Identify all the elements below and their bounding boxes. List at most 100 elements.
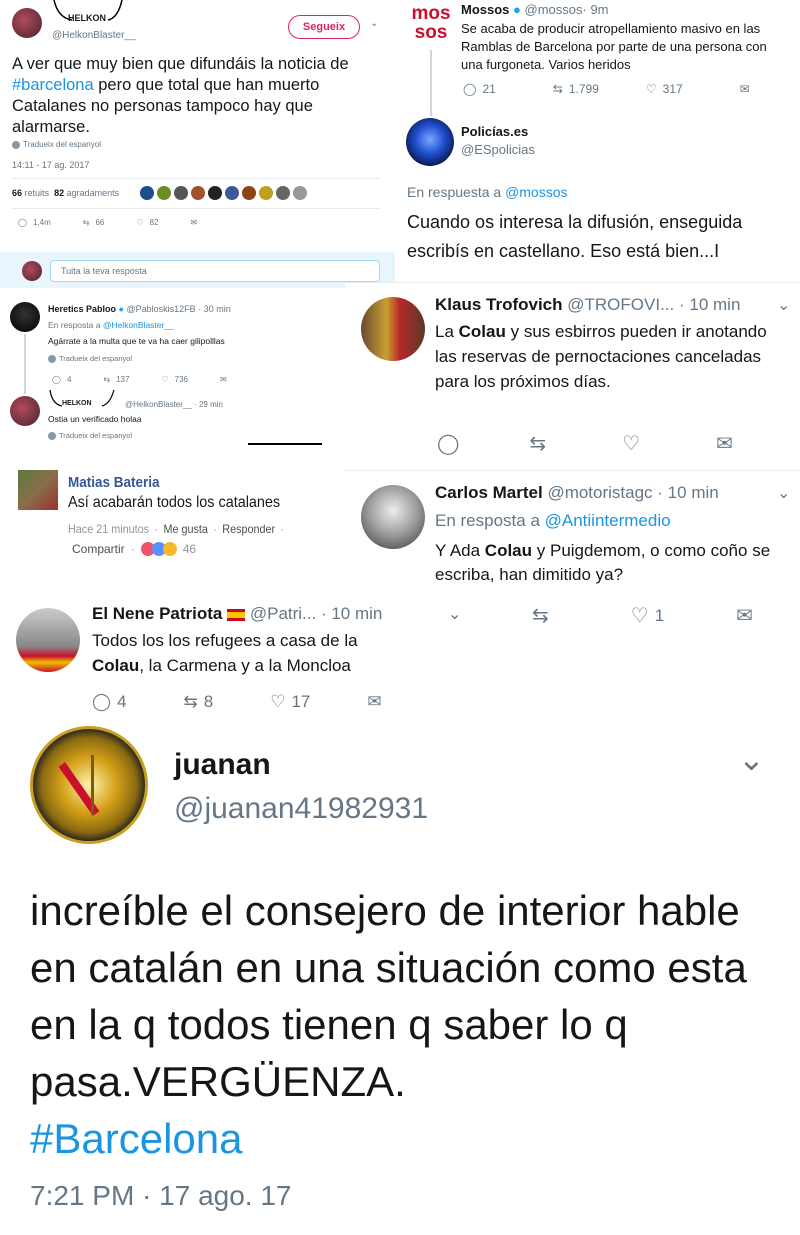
retweet-icon[interactable]: ⇆: [103, 375, 110, 384]
avatar[interactable]: [30, 726, 148, 844]
avatar[interactable]: [10, 302, 40, 332]
spain-flag-icon: [227, 608, 246, 621]
divider: [248, 443, 322, 445]
chevron-down-icon[interactable]: ⌄: [370, 18, 378, 29]
tweet-header: Carlos Martel @motoristagc · 10 min: [435, 483, 719, 502]
tweet-actions: ◯ ⇆ ♡ ✉: [437, 431, 733, 456]
tweet-helkon: HELKON @HelkonBlaster__ Segueix ⌄ A ver …: [0, 0, 395, 250]
tweet-header: El Nene Patriota @Patri... · 10 min: [92, 604, 383, 623]
avatar[interactable]: [10, 396, 40, 426]
reply-icon[interactable]: ◯: [437, 431, 459, 456]
avatar: [22, 261, 42, 281]
reply-icon[interactable]: ◯: [92, 692, 111, 712]
tweet-actions: ◯ 1,4m ⇆ 66 ♡ 82 ✉: [18, 218, 198, 227]
share-link[interactable]: Compartir: [72, 542, 125, 556]
in-reply-to: En respuesta a @mossos: [407, 184, 568, 200]
in-reply-to: En resposta a @HelkonBlaster__: [48, 320, 174, 330]
message-icon[interactable]: ✉: [740, 82, 750, 96]
reply-icon[interactable]: ◯: [52, 375, 61, 384]
tweet-text: A ver que muy bien que difundáis la noti…: [12, 55, 349, 136]
follow-button[interactable]: Segueix: [288, 15, 360, 39]
retweet-icon[interactable]: ⇆: [532, 603, 549, 628]
heart-icon[interactable]: ♡: [270, 692, 285, 712]
timestamp[interactable]: 14:11 - 17 ag. 2017: [12, 160, 89, 170]
heart-icon[interactable]: ♡: [631, 603, 649, 628]
translate-link[interactable]: Tradueix del espanyol: [48, 354, 132, 364]
hashtag-link[interactable]: #Barcelona: [30, 1115, 242, 1162]
commenter-name[interactable]: Matias Bateria: [68, 474, 160, 491]
chevron-down-icon[interactable]: ⌄: [448, 604, 461, 624]
tweet-text: Cuando os interesa la difusión, enseguid…: [407, 212, 743, 261]
globe-icon: [48, 355, 56, 364]
message-icon[interactable]: ✉: [367, 692, 381, 712]
helkon-logo: HELKON: [48, 389, 118, 412]
chevron-down-icon[interactable]: ⌄: [777, 295, 790, 315]
tweet-text: Ostia un verificado holaa: [48, 414, 142, 424]
tweet-text: Se acaba de producir atropellamiento mas…: [461, 21, 767, 72]
message-icon[interactable]: ✉: [716, 431, 733, 456]
user-handle[interactable]: @HelkonBlaster__: [52, 30, 136, 41]
comment-meta-2: Compartir · 46: [72, 542, 197, 556]
tweet-text: Agárrate a la multa que te va ha caer gi…: [48, 336, 225, 346]
facebook-comment: Matias Bateria Así acabarán todos los ca…: [0, 458, 340, 588]
retweet-icon[interactable]: ⇆: [529, 431, 546, 456]
tweet-actions: ◯ 4 ⇆ 8 ♡ 17 ✉: [92, 692, 382, 712]
heart-icon[interactable]: ♡: [161, 375, 168, 384]
tweet-header: Mossos ● @mossos· 9m: [461, 2, 609, 17]
mossos-logo[interactable]: mos sos: [406, 4, 456, 48]
translate-link[interactable]: Tradueix del espanyol: [12, 140, 101, 149]
tweet-actions: ◯ 4 ⇆ 137 ♡ 736 ✉: [52, 375, 227, 384]
helkon-logo: HELKON: [52, 0, 132, 30]
liker-avatars: [140, 186, 307, 200]
tweet-text: Todos los los refugees a casa de la Cola…: [92, 631, 358, 675]
verified-icon: ●: [513, 2, 521, 17]
message-icon[interactable]: ✉: [736, 603, 753, 628]
avatar[interactable]: [361, 485, 425, 549]
globe-icon: [12, 140, 20, 149]
tweet-carlos: Carlos Martel @motoristagc · 10 min ⌄ En…: [345, 470, 800, 598]
tweet-text: increíble el consejero de interior hable…: [30, 887, 747, 1162]
tweet-header: @HelkonBlaster__ · 29 min: [125, 400, 223, 409]
reply-icon[interactable]: ◯: [18, 218, 27, 227]
timestamp[interactable]: 7:21 PM · 17 ago. 17: [30, 1180, 292, 1212]
reply-icon[interactable]: ◯: [463, 82, 476, 96]
reply-composer: Tuita la teva resposta: [0, 252, 395, 288]
message-icon[interactable]: ✉: [190, 218, 197, 227]
tweet-juanan: juanan @juanan41982931 ⌄ increíble el co…: [0, 722, 800, 1235]
user-name[interactable]: juanan: [174, 748, 271, 782]
verified-icon: ●: [118, 304, 124, 314]
user-name[interactable]: Policías.es: [461, 124, 528, 139]
tweet-actions: ⇆ ♡ 1 ✉: [532, 603, 753, 628]
heart-icon[interactable]: ♡: [136, 218, 143, 227]
tweet-heretics: Heretics Pabloo ● @Pabloskis12FB · 30 mi…: [0, 292, 322, 452]
hashtag-link[interactable]: #barcelona: [12, 76, 94, 94]
message-icon[interactable]: ✉: [220, 375, 227, 384]
in-reply-to: En resposta a @Antiintermedio: [435, 511, 671, 530]
avatar[interactable]: [406, 118, 454, 166]
comment-text: Así acabarán todos los catalanes: [68, 494, 281, 511]
retweet-icon[interactable]: ⇆: [553, 82, 563, 96]
retweet-icon[interactable]: ⇆: [184, 692, 198, 712]
reply-input[interactable]: Tuita la teva resposta: [50, 260, 380, 282]
avatar[interactable]: [16, 608, 80, 672]
tweet-header: Klaus Trofovich @TROFOVI... · 10 min: [435, 295, 741, 314]
reactions-icon: [140, 542, 177, 556]
user-handle[interactable]: @juanan41982931: [174, 792, 428, 826]
like-link[interactable]: Me gusta: [163, 522, 207, 536]
engagement-stats: 66 retuits 82 agradaments: [12, 188, 120, 198]
comment-meta: Hace 21 minutos · Me gusta · Responder ·: [68, 522, 285, 536]
retweet-icon[interactable]: ⇆: [83, 218, 90, 227]
tweet-header: Heretics Pabloo ● @Pabloskis12FB · 30 mi…: [48, 304, 231, 314]
reply-link[interactable]: Responder: [222, 522, 275, 536]
heart-icon[interactable]: ♡: [646, 82, 657, 96]
tweet-text: Y Ada Colau y Puigdemom, o como coño se …: [435, 541, 771, 584]
user-handle[interactable]: @ESpolicias: [461, 142, 535, 157]
chevron-down-icon[interactable]: ⌄: [738, 740, 765, 778]
chevron-down-icon[interactable]: ⌄: [777, 483, 790, 503]
avatar[interactable]: [361, 297, 425, 361]
avatar[interactable]: [12, 8, 42, 38]
tweet-text: La Colau y sus esbirros pueden ir anotan…: [435, 322, 767, 391]
avatar[interactable]: [18, 470, 58, 510]
translate-link[interactable]: Tradueix del espanyol: [48, 431, 132, 441]
heart-icon[interactable]: ♡: [622, 431, 640, 456]
